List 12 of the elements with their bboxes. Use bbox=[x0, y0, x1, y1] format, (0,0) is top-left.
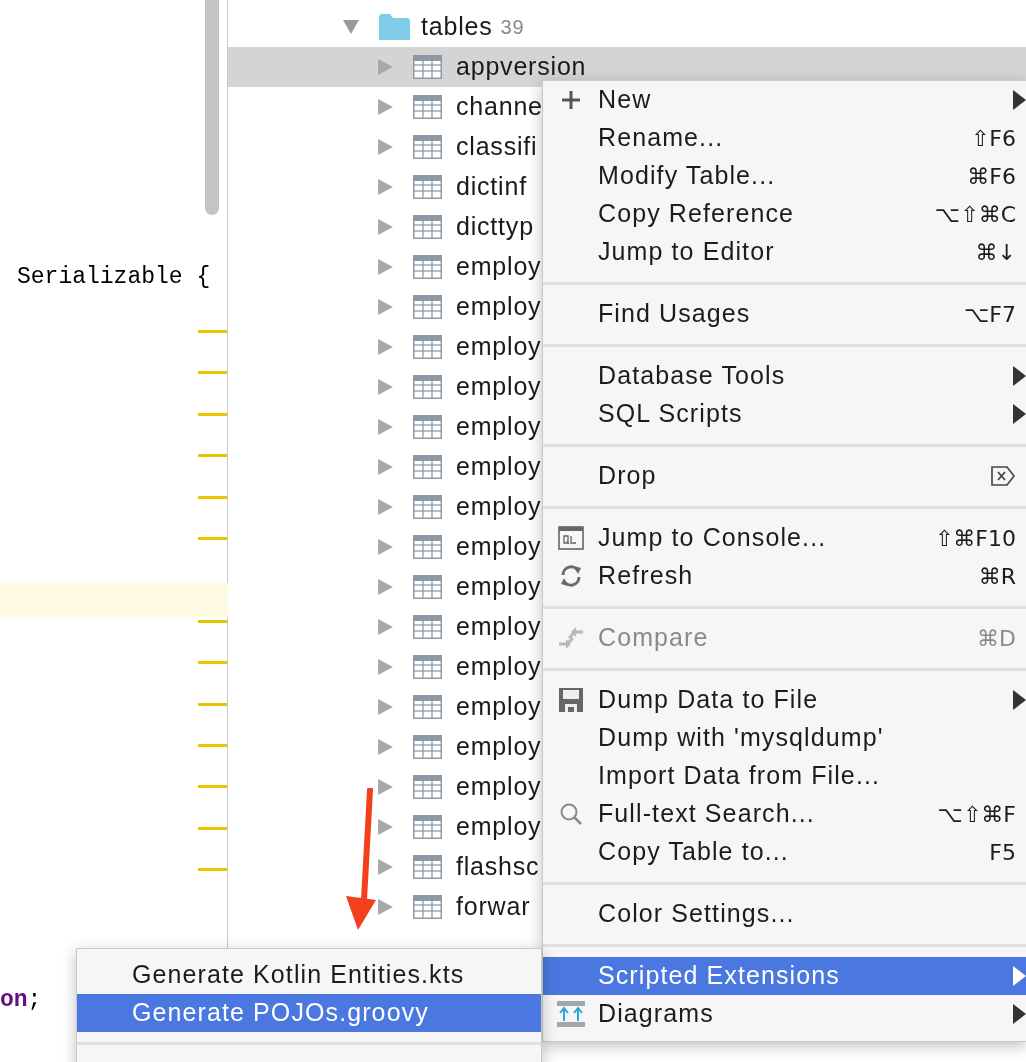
shortcut-label: ⌥F7 bbox=[964, 300, 1016, 329]
shortcut-label: ⌥⇧⌘C bbox=[934, 200, 1016, 229]
code-line: on; bbox=[0, 986, 42, 1015]
shortcut-label: F5 bbox=[989, 838, 1016, 867]
shortcut-label: ⇧⌘F10 bbox=[934, 524, 1016, 553]
shortcut-label: ⌘F6 bbox=[967, 162, 1016, 191]
shortcut-label: ⌘↓ bbox=[975, 238, 1016, 267]
shortcut-label: ⌥⇧⌘F bbox=[937, 800, 1016, 829]
shortcut-label: ⌘D bbox=[977, 624, 1016, 653]
shortcut-label: ⇧F6 bbox=[970, 124, 1016, 153]
code-line: Serializable { bbox=[17, 263, 211, 292]
shortcut-label: ⌘R bbox=[978, 562, 1016, 591]
